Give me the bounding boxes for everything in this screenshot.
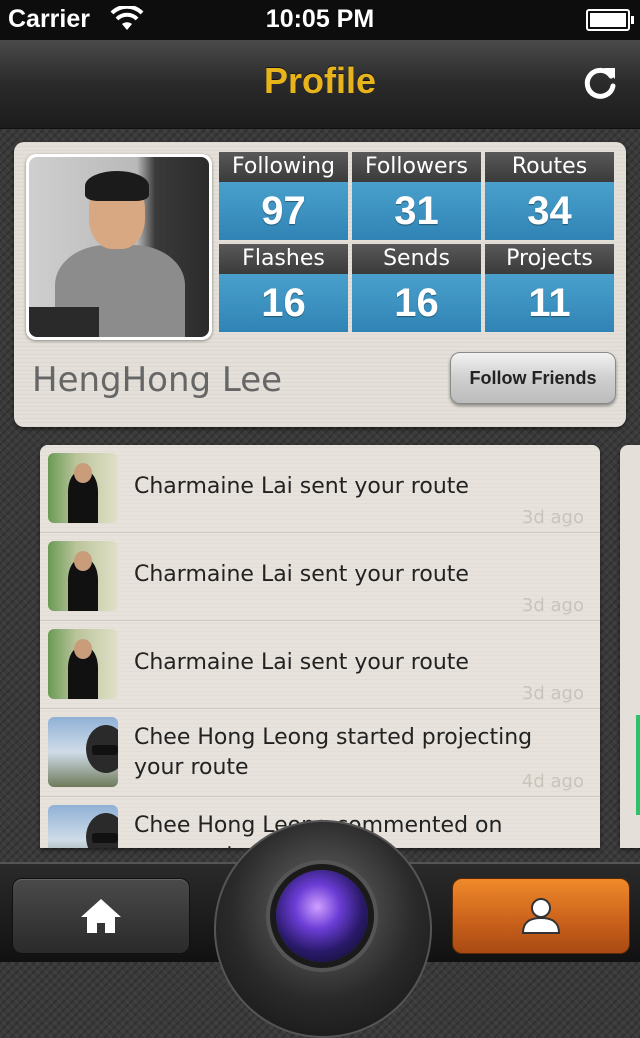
scroll-indicator <box>636 715 640 815</box>
activity-text: Charmaine Lai sent your route <box>134 650 469 675</box>
stat-sends[interactable]: Sends 16 <box>352 244 481 332</box>
stat-label: Following <box>219 152 348 182</box>
user-thumbnail <box>48 717 118 787</box>
activity-text: Charmaine Lai sent your route <box>134 562 469 587</box>
avatar[interactable] <box>26 154 212 340</box>
list-item[interactable]: Charmaine Lai sent your route 3d ago <box>40 445 600 533</box>
activity-text: Charmaine Lai sent your route <box>134 474 469 499</box>
refresh-icon[interactable] <box>580 62 620 102</box>
list-item[interactable]: Chee Hong Leong started projecting your … <box>40 709 600 797</box>
stat-label: Followers <box>352 152 481 182</box>
stat-value: 97 <box>219 182 348 240</box>
nav-bar: Profile <box>0 40 640 129</box>
status-bar: Carrier 10:05 PM <box>0 0 640 40</box>
stat-following[interactable]: Following 97 <box>219 152 348 240</box>
avatar-photo <box>29 157 209 337</box>
list-item[interactable]: Charmaine Lai sent your route 3d ago <box>40 533 600 621</box>
person-icon <box>521 898 561 934</box>
stat-value: 16 <box>352 274 481 332</box>
stat-label: Flashes <box>219 244 348 274</box>
activity-time: 4d ago <box>521 771 584 792</box>
home-icon <box>81 899 121 933</box>
tab-home[interactable] <box>12 878 190 954</box>
next-page-panel[interactable] <box>620 445 640 848</box>
profile-card: Following 97 Followers 31 Routes 34 Flas… <box>14 142 626 427</box>
user-thumbnail <box>48 453 118 523</box>
stat-value: 16 <box>219 274 348 332</box>
list-item[interactable]: Charmaine Lai sent your route 3d ago <box>40 621 600 709</box>
clock: 10:05 PM <box>265 5 375 33</box>
tab-profile[interactable] <box>452 878 630 954</box>
stat-value: 31 <box>352 182 481 240</box>
user-thumbnail <box>48 805 118 848</box>
stat-label: Projects <box>485 244 614 274</box>
activity-text: Chee Hong Leong started projecting your … <box>134 725 533 780</box>
stat-routes[interactable]: Routes 34 <box>485 152 614 240</box>
activity-time: 3d ago <box>521 507 584 528</box>
stat-label: Sends <box>352 244 481 274</box>
stat-followers[interactable]: Followers 31 <box>352 152 481 240</box>
activity-time: 3d ago <box>521 595 584 616</box>
stat-value: 11 <box>485 274 614 332</box>
stat-value: 34 <box>485 182 614 240</box>
user-thumbnail <box>48 541 118 611</box>
stat-flashes[interactable]: Flashes 16 <box>219 244 348 332</box>
battery-icon <box>586 9 634 31</box>
activity-feed[interactable]: Charmaine Lai sent your route 3d ago Cha… <box>40 445 600 848</box>
camera-button[interactable] <box>214 820 432 1038</box>
page-title: Profile <box>263 60 377 101</box>
stat-label: Routes <box>485 152 614 182</box>
stat-projects[interactable]: Projects 11 <box>485 244 614 332</box>
camera-icon <box>276 870 368 962</box>
user-thumbnail <box>48 629 118 699</box>
activity-time: 3d ago <box>521 683 584 704</box>
profile-name: HengHong Lee <box>32 360 283 400</box>
follow-friends-button[interactable]: Follow Friends <box>450 352 616 404</box>
stats-grid: Following 97 Followers 31 Routes 34 Flas… <box>219 152 617 332</box>
